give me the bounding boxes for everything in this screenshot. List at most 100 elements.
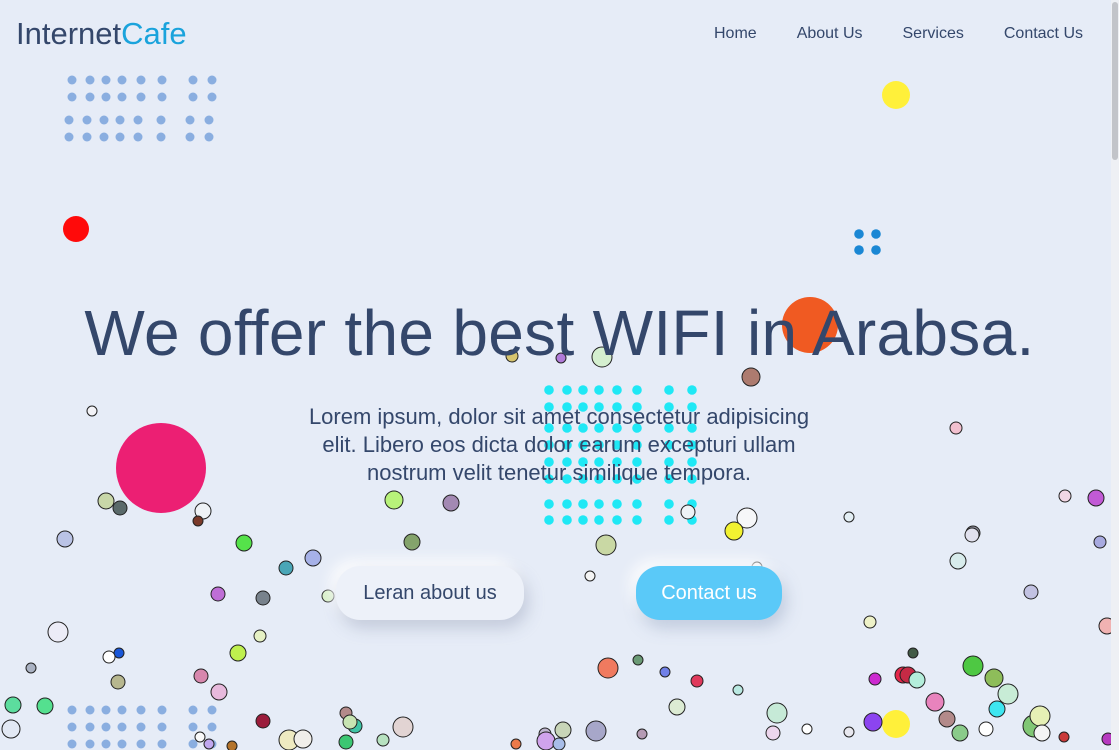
dot-grid-dot [67, 705, 77, 715]
dot-grid-dot [871, 245, 881, 255]
bubble-circle [949, 552, 967, 570]
yellow-circle [882, 710, 910, 738]
bubble-circle [25, 662, 37, 674]
bubble-circle [194, 731, 206, 743]
bubble-circle [659, 666, 671, 678]
brand-logo[interactable]: InternetCafe [16, 16, 187, 52]
dot-grid-dot [156, 115, 166, 125]
dot-grid-dot [156, 132, 166, 142]
dot-grid-dot [101, 722, 111, 732]
bubble-circle [338, 734, 354, 750]
dot-grid-dot [871, 229, 881, 239]
dot-grid-dot [612, 385, 622, 395]
bubble-circle [690, 674, 704, 688]
dot-grid-dot [85, 739, 95, 749]
nav-item-about-us[interactable]: About Us [797, 25, 863, 43]
bubble-circle [554, 721, 572, 739]
bubble-circle [668, 698, 686, 716]
dot-grid-dot [101, 739, 111, 749]
dot-grid-dot [562, 499, 572, 509]
dot-grid-dot [136, 722, 146, 732]
bubble-circle [636, 728, 648, 740]
nav-item-contact-us[interactable]: Contact Us [1004, 25, 1083, 43]
bubble-circle [112, 500, 128, 516]
dot-grid-dot [157, 75, 167, 85]
decorative-background [1, 75, 1116, 750]
dot-grid-dot [85, 705, 95, 715]
dot-grid-dot [117, 705, 127, 715]
bubble-circle [56, 530, 74, 548]
pink-circle [116, 423, 206, 513]
bubble-circle [938, 710, 956, 728]
dot-grid-dot [85, 75, 95, 85]
bubble-circle [868, 672, 882, 686]
dot-grid-dot [204, 115, 214, 125]
bubble-circle [193, 668, 209, 684]
bubble-circle [86, 405, 98, 417]
scrollbar-thumb[interactable] [1112, 2, 1118, 160]
bubble-circle [203, 738, 215, 750]
dot-grid-dot [67, 739, 77, 749]
page-scrollbar[interactable] [1111, 0, 1119, 750]
dot-grid-dot [562, 385, 572, 395]
bubble-circle [510, 738, 522, 750]
bubble-circle [102, 650, 116, 664]
dot-grid-dot [157, 722, 167, 732]
dot-grid-dot [101, 92, 111, 102]
bubble-circle [552, 737, 566, 750]
bubble-circle [255, 590, 271, 606]
dot-grid-dot [136, 92, 146, 102]
bubble-circle [235, 534, 253, 552]
bubble-circle [255, 713, 271, 729]
bubble-circle [801, 723, 813, 735]
bubble-circle [442, 494, 460, 512]
dot-grid-dot [133, 115, 143, 125]
learn-about-us-button[interactable]: Leran about us [336, 566, 524, 620]
nav-item-home[interactable]: Home [714, 25, 757, 43]
dot-grid-dot [207, 92, 217, 102]
dot-grid-dot [578, 385, 588, 395]
dot-grid-dot [136, 705, 146, 715]
bubble-circle [403, 533, 421, 551]
dot-grid-dot [115, 132, 125, 142]
bubble-circle [1093, 535, 1107, 549]
bubble-circle [680, 504, 696, 520]
bubble-circle [1023, 584, 1039, 600]
dot-grid-dot [544, 515, 554, 525]
dot-grid-dot [544, 499, 554, 509]
bubble-circle [1058, 489, 1072, 503]
dot-grid-dot [115, 115, 125, 125]
bubble-circle [585, 720, 607, 742]
bubble-circle [997, 683, 1019, 705]
dot-grid-dot [664, 499, 674, 509]
dot-grid-dot [578, 515, 588, 525]
nav-item-services[interactable]: Services [903, 25, 964, 43]
dot-grid-dot [207, 75, 217, 85]
dot-grid-dot [133, 132, 143, 142]
dot-grid-dot [117, 722, 127, 732]
dot-grid-dot [188, 705, 198, 715]
bubble-circle [47, 621, 69, 643]
bubble-circle [863, 615, 877, 629]
bubble-circle [392, 716, 414, 738]
dot-grid-dot [594, 515, 604, 525]
bubble-circle [632, 654, 644, 666]
dot-grid-dot [99, 132, 109, 142]
bubble-circle [192, 515, 204, 527]
bubble-circle [964, 527, 980, 543]
dot-grid-dot [85, 92, 95, 102]
dot-grid-dot [204, 132, 214, 142]
dot-grid-dot [594, 499, 604, 509]
dot-grid-dot [854, 229, 864, 239]
bubble-circle [342, 714, 358, 730]
bubble-circle [724, 521, 744, 541]
dot-grid-dot [117, 75, 127, 85]
bubble-circle [907, 647, 919, 659]
bubble-circle [908, 671, 926, 689]
dot-grid-dot [544, 385, 554, 395]
dot-grid-dot [207, 722, 217, 732]
bubble-circle [4, 696, 22, 714]
contact-us-button[interactable]: Contact us [636, 566, 782, 620]
dot-grid-dot [157, 705, 167, 715]
dot-grid-dot [136, 739, 146, 749]
